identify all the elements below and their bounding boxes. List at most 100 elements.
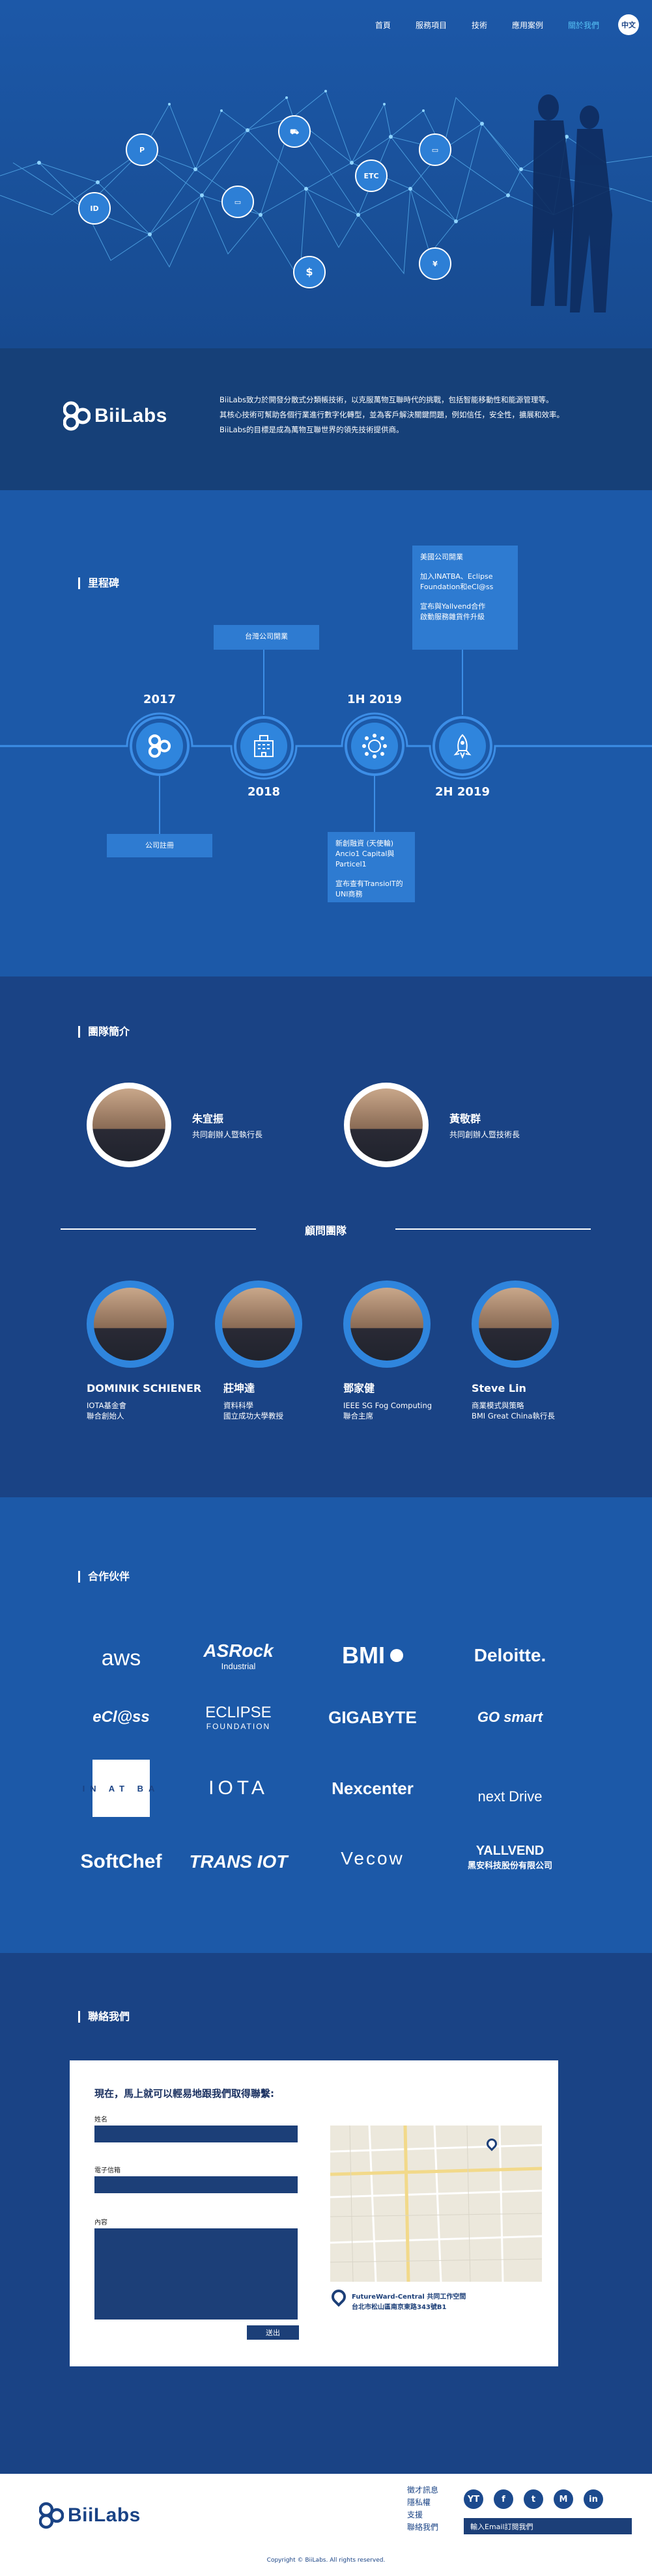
nav-item-use-cases[interactable]: 應用案例	[512, 20, 543, 31]
iota-logo: IOTA	[208, 1777, 268, 1799]
member-name: 朱宜振	[192, 1113, 224, 1125]
advisor-card: DOMINIK SCHIENER IOTA基金會 聯合創始人	[87, 1281, 210, 1421]
inatba-logo: IN AT BA	[56, 1760, 186, 1817]
nav-item-services[interactable]: 服務項目	[416, 20, 447, 31]
advisor-role: IOTA基金會 聯合創始人	[87, 1401, 126, 1420]
milestone-line: 宣布查有TransiolT的	[335, 879, 403, 888]
email-input[interactable]	[94, 2176, 298, 2193]
svg-text:▭: ▭	[234, 198, 241, 206]
nextdrive-logo: next Drive	[477, 1788, 543, 1805]
team-member: 朱宜振 共同創辦人暨執行長	[87, 1083, 262, 1167]
asrock-logo: ASRock Industrial	[203, 1640, 274, 1671]
member-name: 黃敬群	[449, 1113, 481, 1125]
intro-section: BiiLabs BiiLabs致力於開發分散式分類帳技術，以克服萬物互聯時代的挑…	[0, 348, 652, 490]
linkedin-icon[interactable]: in	[584, 2489, 603, 2509]
message-textarea[interactable]	[94, 2228, 298, 2320]
eclipse-logo: ECLIPSE FOUNDATION	[205, 1704, 272, 1731]
twitter-icon[interactable]: t	[524, 2489, 543, 2509]
map[interactable]	[330, 2126, 542, 2282]
nav-item-home[interactable]: 首頁	[375, 20, 391, 31]
team-member: 黃敬群 共同創辦人暨技術長	[344, 1083, 520, 1167]
email-label: 電子信箱	[94, 2167, 120, 2174]
svg-text:⛟: ⛟	[290, 128, 299, 136]
footer-link-careers[interactable]: 徵才訊息	[407, 2484, 438, 2497]
youtube-icon[interactable]: YT	[464, 2489, 483, 2509]
avatar	[87, 1083, 171, 1167]
partners-title: 合作伙伴	[78, 1571, 130, 1583]
member-role: 共同創辦人暨技術長	[449, 1130, 520, 1139]
intro-line: 其核心技術可幫助各個行業進行數字化轉型，並為客戶解決關鍵問題，例如信任，安全性，…	[220, 410, 564, 419]
advisors-title: 顧問團隊	[304, 1225, 347, 1237]
contact-card: 現在，馬上就可以輕易地跟我們取得聯繫: 姓名 電子信箱 內容 送出 Future…	[70, 2060, 558, 2366]
svg-text:¥: ¥	[432, 260, 438, 268]
advisor-card: 鄧家健 IEEE SG Fog Computing 聯合主席	[343, 1281, 467, 1421]
advisor-role: 資料科學 國立成功大學教授	[223, 1401, 283, 1420]
location-icon	[328, 2286, 349, 2307]
advisor-role: 商業模式與策略 BMI Great China執行長	[472, 1401, 555, 1420]
send-button[interactable]: 送出	[247, 2325, 299, 2340]
intro-line: BiiLabs致力於開發分散式分類帳技術，以克服萬物互聯時代的挑戰，包括智能移動…	[220, 395, 554, 404]
network-illustration: P ID ▭ ⛟ ETC $ ▭ ¥	[0, 90, 652, 312]
deloitte-logo: Deloitte.	[474, 1645, 546, 1665]
year-1h2019: 1H 2019	[347, 693, 402, 706]
address-text: 台北市松山區南京東路343號B1	[352, 2304, 447, 2311]
brand-name: BiiLabs	[94, 405, 167, 426]
bmi-logo: BMI	[307, 1639, 438, 1672]
avatar	[472, 1281, 559, 1368]
svg-text:ETC: ETC	[363, 172, 378, 180]
avatar	[215, 1281, 302, 1368]
year-2h2019: 2H 2019	[435, 785, 490, 799]
intro-line: BiiLabs的目標是成為萬物互聯世界的領先技術提供商。	[220, 425, 404, 434]
biilabs-logo-icon	[63, 401, 91, 431]
advisor-name: Steve Lin	[472, 1382, 526, 1394]
name-label: 姓名	[94, 2116, 107, 2124]
language-switch-button[interactable]: 中文	[618, 14, 639, 35]
milestone-box-2018: 台灣公司開業	[214, 625, 319, 650]
timeline-line	[0, 604, 652, 834]
divider	[395, 1228, 591, 1230]
brand-logo: BiiLabs	[63, 400, 167, 432]
rocket-icon	[432, 716, 492, 776]
milestone-line: 宣布與Yallvend合作	[420, 602, 486, 611]
advisor-role: IEEE SG Fog Computing 聯合主席	[343, 1401, 432, 1420]
avatar	[87, 1281, 174, 1368]
copyright: Copyright © BiiLabs. All rights reserved…	[266, 2557, 386, 2564]
milestone-line: 啟動服務雜貨件升級	[420, 613, 485, 621]
milestone-line: 新創融資 (天使輪)	[335, 839, 394, 848]
facebook-icon[interactable]: f	[494, 2489, 513, 2509]
footer-link-privacy[interactable]: 隱私權	[407, 2497, 438, 2509]
yallvend-logo: YALLVEND 黑安科技股份有限公司	[467, 1844, 552, 1870]
biilabs-logo-icon	[39, 2502, 64, 2529]
nav-item-about[interactable]: 關於我們	[568, 20, 599, 31]
milestone-box-2017: 公司註冊	[107, 834, 212, 857]
medium-icon[interactable]: M	[554, 2489, 573, 2509]
advisor-card: 莊坤達 資料科學 國立成功大學教授	[215, 1281, 339, 1421]
contact-title: 聯絡我們	[78, 2011, 130, 2023]
subscribe-email-input[interactable]: 輸入Email訂閱我們	[464, 2518, 632, 2534]
message-label: 內容	[94, 2219, 107, 2226]
svg-text:ID: ID	[90, 204, 98, 213]
aws-logo: aws	[101, 1645, 141, 1670]
milestone-box-2h2019: 美國公司開業 加入INATBA、Eclipse Foundation和eCl@s…	[412, 546, 518, 650]
svg-text:P: P	[139, 146, 145, 154]
milestone-2017-icon	[130, 716, 190, 776]
footer-brand-name: BiiLabs	[68, 2504, 141, 2526]
gosmart-logo: GO smart	[477, 1709, 543, 1725]
svg-text:$: $	[305, 266, 313, 278]
footer-link-support[interactable]: 支援	[407, 2509, 438, 2521]
top-nav: 首頁 服務項目 技術 應用案例 關於我們 中文	[363, 14, 639, 35]
footer-link-contact[interactable]: 聯絡我們	[407, 2521, 438, 2534]
name-input[interactable]	[94, 2126, 298, 2142]
nexcenter-logo: Nexcenter	[332, 1778, 414, 1798]
intro-text: BiiLabs致力於開發分散式分類帳技術，以克服萬物互聯時代的挑戰，包括智能移動…	[220, 393, 591, 437]
member-role: 共同創辦人暨執行長	[192, 1130, 263, 1139]
divider	[61, 1228, 256, 1230]
team-title: 團隊簡介	[78, 1026, 130, 1038]
avatar	[343, 1281, 431, 1368]
milestone-line: Foundation和eCl@ss	[420, 583, 494, 591]
contact-heading: 現在，馬上就可以輕易地跟我們取得聯繫:	[94, 2088, 275, 2099]
milestone-box-1h2019: 新創融資 (天使輪) Ancio1 Capital與Particel1 宣布查有…	[328, 832, 415, 902]
advisor-name: 鄧家健	[343, 1382, 375, 1394]
milestone-line: UNI商務	[335, 890, 363, 898]
nav-item-technology[interactable]: 技術	[472, 20, 487, 31]
